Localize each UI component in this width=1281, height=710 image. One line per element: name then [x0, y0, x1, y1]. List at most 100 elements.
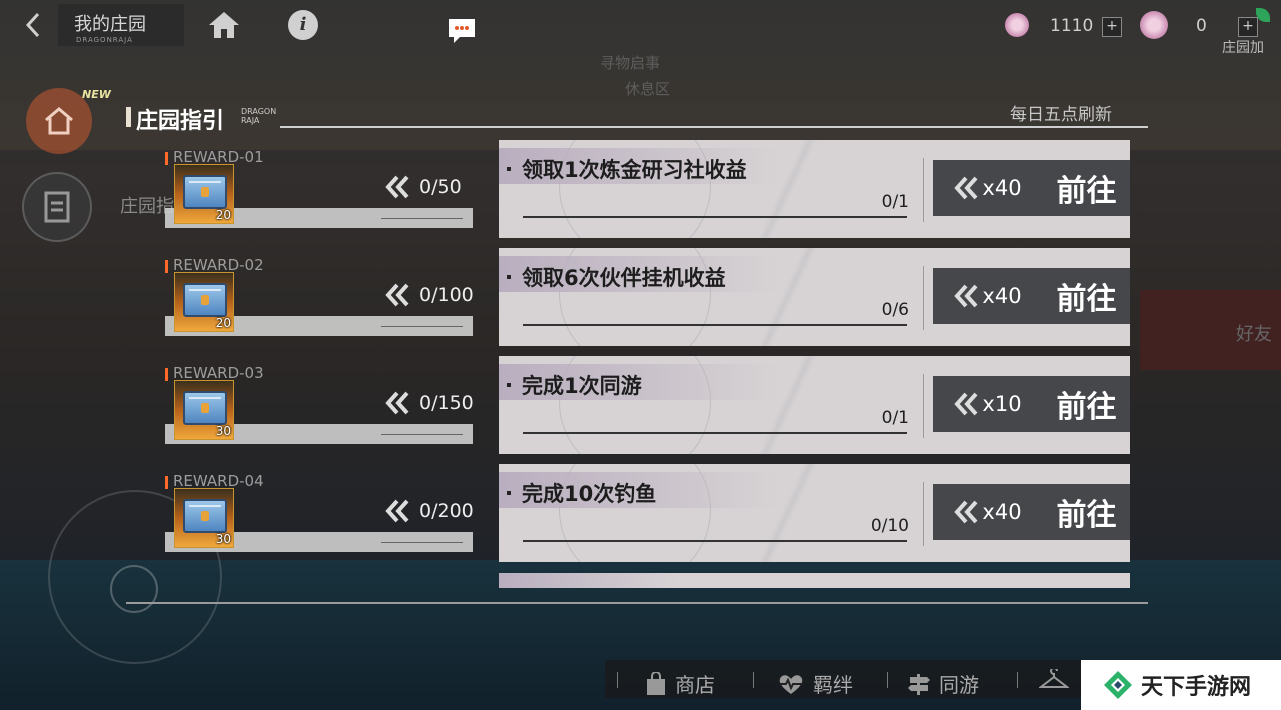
panel-logo-line2: RAJA — [241, 116, 260, 125]
reward-milestone-1: REWARD-01 20 0/50 — [165, 148, 475, 232]
currency-1-value: 1110 — [1050, 16, 1094, 36]
reward-points-text: 0/50 — [419, 176, 462, 198]
chat-bubble-icon — [449, 19, 475, 43]
watermark-text: 天下手游网 — [1141, 675, 1252, 700]
task-go-button[interactable]: 前往 — [1043, 484, 1130, 540]
manor-bonus-label[interactable]: 庄园加 — [1222, 37, 1264, 57]
nav-wardrobe[interactable] — [1039, 669, 1069, 691]
panel-logo: DRAGON RAJA — [241, 107, 276, 125]
reward-quantity: 30 — [215, 424, 231, 438]
reward-chest-item[interactable]: 30 — [174, 380, 234, 440]
diamond-logo-icon — [1104, 671, 1132, 699]
nav-bond[interactable]: 羁绊 — [777, 669, 853, 698]
task-reward-amount: x40 — [982, 500, 1022, 524]
panel-logo-line1: DRAGON — [241, 107, 277, 116]
page-title: 我的庄园 — [74, 14, 146, 35]
reward-milestone-4: REWARD-04 30 0/200 — [165, 472, 475, 556]
task-divider — [923, 158, 924, 222]
treasure-chest-icon — [183, 499, 227, 533]
home-button[interactable] — [205, 8, 243, 42]
task-reward-points: x10 — [933, 376, 1043, 432]
currency-1-add-button[interactable]: + — [1102, 17, 1122, 37]
leaf-icon — [1256, 8, 1270, 22]
currency-2-add-button[interactable]: + — [1238, 17, 1258, 37]
refresh-time-text: 每日五点刷新 — [1010, 105, 1112, 125]
task-card-3: 完成1次同游 0/1 x10 前往 — [499, 356, 1130, 454]
nav-separator — [617, 672, 618, 688]
manor-guide-float-button[interactable] — [22, 172, 92, 242]
reward-label-marker — [165, 152, 168, 165]
double-chevron-points-icon — [385, 175, 409, 199]
heart-pulse-icon — [779, 674, 803, 694]
reward-points-progress: 0/100 — [385, 282, 474, 308]
task-progress: 0/1 — [881, 408, 909, 428]
reward-progress-line — [381, 218, 463, 219]
double-chevron-points-icon — [385, 499, 409, 523]
task-bullet — [507, 275, 511, 279]
task-bullet — [507, 167, 511, 171]
home-icon — [209, 12, 239, 38]
reward-points-progress: 0/200 — [385, 498, 474, 524]
site-watermark: 天下手游网 — [1081, 660, 1281, 710]
task-divider — [923, 482, 924, 546]
guide-book-icon — [44, 191, 70, 223]
movement-joystick-knob[interactable] — [110, 565, 158, 613]
new-badge: NEW — [82, 88, 111, 101]
task-title: 领取6次伙伴挂机收益 — [522, 266, 726, 290]
reward-milestone-2: REWARD-02 20 0/100 — [165, 256, 475, 340]
reward-quantity: 20 — [215, 208, 231, 222]
nav-companion[interactable]: 同游 — [907, 669, 979, 698]
info-button[interactable]: i — [288, 10, 318, 40]
panel-title: 庄园指引 — [136, 109, 225, 134]
task-bullet — [507, 491, 511, 495]
task-progress: 0/6 — [881, 300, 909, 320]
chat-button[interactable] — [448, 18, 476, 44]
reward-points-progress: 0/150 — [385, 390, 474, 416]
task-reward-points: x40 — [933, 160, 1043, 216]
treasure-chest-icon — [183, 391, 227, 425]
chevron-left-icon — [25, 12, 40, 38]
double-chevron-points-icon — [954, 500, 978, 524]
task-go-button[interactable]: 前往 — [1043, 160, 1130, 216]
reward-points-text: 0/150 — [419, 392, 474, 414]
reward-points-progress: 0/50 — [385, 174, 462, 200]
double-chevron-points-icon — [385, 283, 409, 307]
reward-milestone-3: REWARD-03 30 0/150 — [165, 364, 475, 448]
page-subtitle: DRAGONRAJA — [76, 36, 133, 44]
double-chevron-points-icon — [954, 284, 978, 308]
back-button[interactable] — [8, 6, 58, 44]
task-progress-line — [523, 540, 907, 542]
double-chevron-points-icon — [954, 392, 978, 416]
reward-label-marker — [165, 476, 168, 489]
reward-chest-item[interactable]: 30 — [174, 488, 234, 548]
task-reward-amount: x10 — [982, 392, 1022, 416]
task-title: 完成10次钓鱼 — [522, 482, 657, 506]
page-title-box: 我的庄园 DRAGONRAJA — [58, 4, 184, 46]
task-progress: 0/10 — [870, 516, 909, 536]
reward-chest-item[interactable]: 20 — [174, 272, 234, 332]
task-divider — [923, 374, 924, 438]
currency-2-value: 0 — [1196, 16, 1207, 36]
top-bar: 我的庄园 DRAGONRAJA i 1110 + 0 + 庄园加 — [0, 0, 1281, 56]
task-progress-line — [523, 324, 907, 326]
task-reward-amount: x40 — [982, 176, 1022, 200]
nav-separator — [753, 672, 754, 688]
nav-separator — [1017, 672, 1018, 688]
signpost-icon — [908, 673, 930, 695]
task-card-2: 领取6次伙伴挂机收益 0/6 x40 前往 — [499, 248, 1130, 346]
double-chevron-points-icon — [385, 391, 409, 415]
task-go-button[interactable]: 前往 — [1043, 268, 1130, 324]
reward-progress-line — [381, 542, 463, 543]
task-title: 完成1次同游 — [522, 374, 642, 398]
task-go-button[interactable]: 前往 — [1043, 376, 1130, 432]
treasure-chest-icon — [183, 283, 227, 317]
reward-chest-item[interactable]: 20 — [174, 164, 234, 224]
nav-shop[interactable]: 商店 — [645, 669, 715, 698]
panel-top-divider — [280, 126, 1148, 128]
shop-bag-icon — [647, 671, 665, 695]
bottom-nav: 商店 羁绊 同游 — [605, 660, 1085, 698]
task-reward-amount: x40 — [982, 284, 1022, 308]
treasure-chest-icon — [183, 175, 227, 209]
nav-companion-label: 同游 — [939, 673, 979, 697]
panel-bottom-divider — [126, 602, 1148, 604]
